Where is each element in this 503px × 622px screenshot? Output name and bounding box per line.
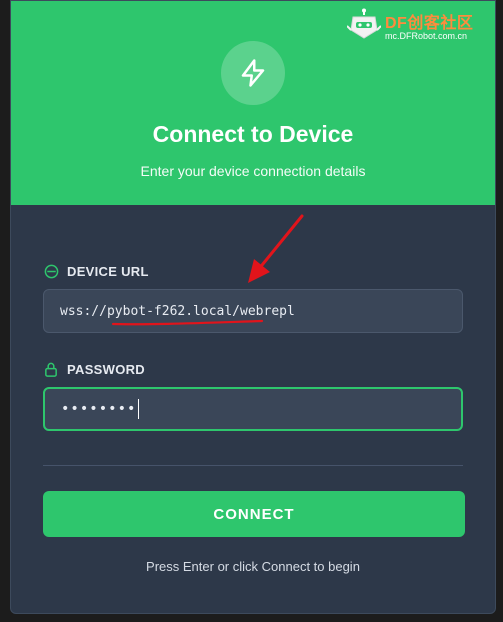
dfrobot-watermark: DF创客社区 mc.DFRobot.com.cn — [347, 6, 497, 46]
form-divider — [43, 465, 463, 466]
device-url-label: DEVICE URL — [43, 263, 149, 279]
watermark-brand: DF创客社区 — [385, 15, 474, 32]
password-value: •••••••• — [61, 401, 137, 417]
device-url-value: wss://pybot-f262.local/webrepl — [60, 303, 295, 319]
text-caret — [138, 399, 140, 419]
device-url-label-text: DEVICE URL — [67, 263, 149, 279]
device-url-input[interactable]: wss://pybot-f262.local/webrepl — [43, 289, 463, 333]
lock-icon — [43, 361, 59, 377]
password-label-text: PASSWORD — [67, 361, 145, 377]
minus-circle-icon — [43, 263, 59, 279]
dialog-title: Connect to Device — [152, 121, 354, 147]
connect-dialog: Connect to Device Enter your device conn… — [10, 0, 496, 614]
connect-hint: Press Enter or click Connect to begin — [146, 559, 360, 574]
robot-logo-icon — [347, 8, 381, 39]
password-input[interactable]: •••••••• — [43, 387, 463, 431]
connect-button[interactable]: CONNECT — [43, 491, 465, 537]
screenshot-frame: Connect to Device Enter your device conn… — [0, 0, 503, 622]
dialog-subtitle: Enter your device connection details — [140, 163, 366, 179]
password-label: PASSWORD — [43, 361, 145, 377]
watermark-url: mc.DFRobot.com.cn — [385, 31, 468, 41]
bolt-icon — [221, 41, 285, 105]
